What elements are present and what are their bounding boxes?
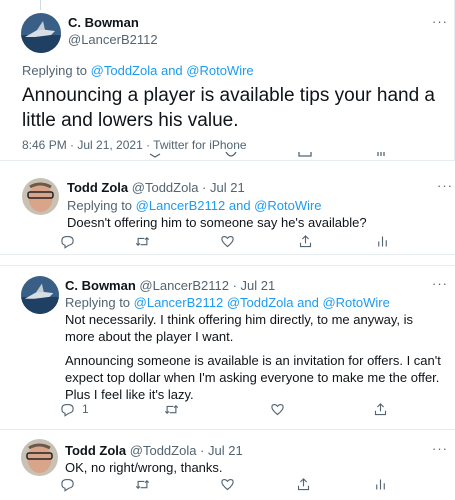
retweet-button[interactable] [135, 477, 150, 492]
reply-button[interactable]: 1 [60, 402, 89, 417]
tweet-text: Announcing a player is available tips yo… [22, 85, 435, 131]
main-tweet: C. Bowman @LancerB2112 ··· Replying to @… [0, 0, 455, 160]
retweet-icon [135, 479, 150, 489]
like-icon[interactable] [224, 152, 238, 158]
author-name[interactable]: C. Bowman [65, 278, 136, 293]
replying-to: Replying to @LancerB2112 @ToddZola and @… [65, 294, 390, 311]
share-icon [374, 402, 387, 415]
reply-count: 1 [82, 402, 89, 416]
like-button[interactable] [220, 234, 235, 249]
like-icon [271, 403, 284, 415]
replying-users-link[interactable]: @ToddZola and @RotoWire [91, 63, 254, 78]
author-meta[interactable]: @LancerB2112 · Jul 21 [139, 278, 275, 293]
like-button[interactable] [220, 477, 235, 492]
replying-to: Replying to @LancerB2112 and @RotoWire [67, 197, 322, 214]
replying-prefix: Replying to [22, 63, 88, 78]
more-icon[interactable]: ··· [437, 178, 453, 193]
share-icon[interactable] [298, 152, 312, 158]
retweet-icon [135, 236, 150, 246]
more-icon[interactable]: ··· [432, 14, 448, 29]
retweet-button[interactable] [135, 234, 150, 249]
replying-to: Replying to @ToddZola and @RotoWire [22, 62, 254, 79]
analytics-icon[interactable] [374, 152, 388, 158]
retweet-button[interactable] [164, 402, 179, 417]
share-icon [299, 234, 312, 247]
avatar[interactable] [21, 13, 61, 53]
avatar[interactable] [21, 276, 59, 314]
tweet-header: C. Bowman @LancerB2112 · Jul 21 [65, 277, 275, 294]
share-icon [297, 477, 310, 490]
like-button[interactable] [270, 402, 285, 417]
analytics-button[interactable] [375, 234, 390, 249]
like-icon [221, 235, 234, 247]
reply-icon [61, 403, 74, 417]
like-icon [221, 478, 234, 490]
analytics-icon [378, 236, 387, 246]
tweet-text: Doesn't offering him to someone say he's… [67, 215, 367, 230]
author-handle[interactable]: @LancerB2112 [68, 32, 158, 47]
tweet-text: OK, no right/wrong, thanks. [65, 460, 223, 475]
thread-line [40, 0, 41, 10]
retweet-icon[interactable] [148, 152, 162, 158]
analytics-icon [376, 479, 385, 489]
reply-tweet[interactable]: Todd Zola @ToddZola · Jul 21 ··· OK, no … [0, 430, 455, 500]
replying-users-link[interactable]: @LancerB2112 @ToddZola and @RotoWire [134, 295, 390, 310]
author-meta[interactable]: @ToddZola · Jul 21 [132, 180, 245, 195]
reply-tweet[interactable]: C. Bowman @LancerB2112 · Jul 21 ··· Repl… [0, 265, 455, 430]
more-icon[interactable]: ··· [432, 441, 448, 456]
analytics-button[interactable] [373, 477, 388, 492]
reply-tweet[interactable]: Todd Zola @ToddZola · Jul 21 ··· Replyin… [0, 160, 455, 255]
replying-users-link[interactable]: @LancerB2112 and @RotoWire [136, 198, 322, 213]
tweet-header: Todd Zola @ToddZola · Jul 21 [67, 179, 245, 196]
share-button[interactable] [373, 402, 388, 417]
replying-prefix: Replying to [67, 198, 133, 213]
author-name[interactable]: Todd Zola [67, 180, 128, 195]
avatar[interactable] [21, 439, 58, 476]
reply-icon [61, 478, 74, 492]
tweet-text-p1: Not necessarily. I think offering him di… [65, 312, 414, 344]
tweet-header: Todd Zola @ToddZola · Jul 21 [65, 442, 243, 459]
author-name[interactable]: C. Bowman [68, 15, 139, 30]
reply-button[interactable] [60, 477, 75, 492]
tweet-text-p2: Announcing someone is available is an in… [65, 353, 441, 402]
share-button[interactable] [298, 234, 313, 249]
share-button[interactable] [296, 477, 311, 492]
author-meta[interactable]: @ToddZola · Jul 21 [130, 443, 243, 458]
separator [0, 255, 455, 265]
tweet-meta[interactable]: 8:46 PM · Jul 21, 2021 · Twitter for iPh… [22, 138, 247, 152]
more-icon[interactable]: ··· [432, 276, 448, 291]
clipped-actions [0, 152, 455, 160]
author-name[interactable]: Todd Zola [65, 443, 126, 458]
retweet-icon [164, 404, 179, 414]
reply-button[interactable] [60, 234, 75, 249]
reply-icon [61, 235, 74, 249]
replying-prefix: Replying to [65, 295, 131, 310]
avatar[interactable] [22, 178, 59, 215]
